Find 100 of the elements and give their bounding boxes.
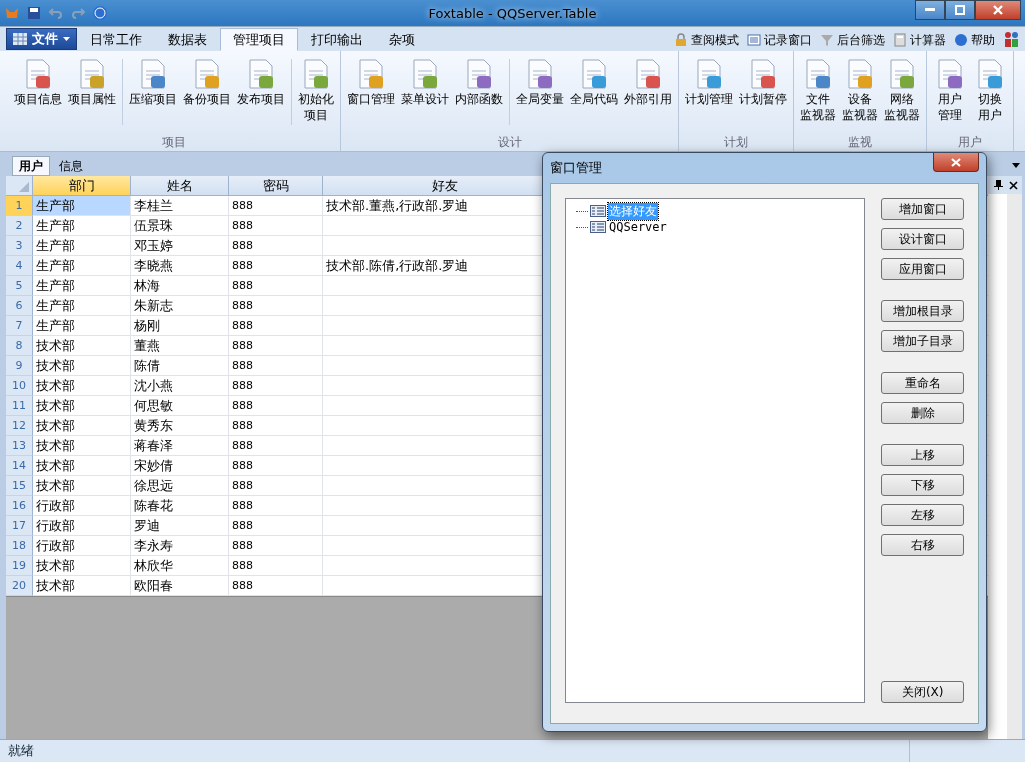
table-cell: 生产部 — [33, 276, 131, 296]
ribbon-tab[interactable]: 打印输出 — [298, 28, 376, 51]
ribbon-button[interactable]: 网络 监视器 — [881, 55, 923, 125]
table-cell: 技术部 — [33, 476, 131, 496]
tree-item[interactable]: QQServer — [608, 220, 668, 234]
row-number: 6 — [6, 296, 33, 316]
column-header[interactable]: 部门 — [33, 176, 131, 196]
ribbon-tab[interactable]: 管理项目 — [220, 28, 298, 51]
list-window-icon — [747, 33, 761, 47]
group-title: 监视 — [847, 134, 873, 151]
dialog-button[interactable]: 上移 — [881, 444, 964, 466]
save-icon[interactable] — [26, 5, 42, 21]
toolbar-button[interactable]: 记录窗口 — [747, 29, 812, 51]
row-number: 3 — [6, 236, 33, 256]
ribbon-button[interactable]: 压缩项目 — [126, 55, 180, 109]
help-icon[interactable] — [92, 5, 108, 21]
form-icon — [590, 221, 606, 233]
table-cell: 技术部 — [33, 416, 131, 436]
ribbon-button[interactable]: 用户 管理 — [930, 55, 970, 125]
table-cell: 杨刚 — [131, 316, 229, 336]
maximize-icon — [955, 5, 965, 15]
maximize-button[interactable] — [945, 0, 975, 20]
ribbon-button[interactable]: 菜单设计 — [398, 55, 452, 109]
ribbon-button[interactable]: 全局变量 — [513, 55, 567, 109]
row-number: 18 — [6, 536, 33, 556]
minimize-button[interactable] — [915, 0, 945, 20]
table-cell: 技术部 — [33, 376, 131, 396]
row-number: 4 — [6, 256, 33, 276]
toolbar-button[interactable]: 查阅模式 — [674, 29, 739, 51]
table-cell: 888 — [229, 456, 323, 476]
ribbon-button[interactable]: 外部引用 — [621, 55, 675, 109]
close-icon — [951, 157, 961, 167]
filter-icon — [820, 33, 834, 47]
table-cell: 生产部 — [33, 196, 131, 216]
toolbar-button[interactable]: 帮助 — [954, 29, 995, 51]
file-menu-button[interactable]: 文件 — [6, 28, 77, 50]
table-cell: 888 — [229, 236, 323, 256]
close-button[interactable] — [933, 153, 979, 172]
toolbar-button[interactable]: 后台筛选 — [820, 29, 885, 51]
ribbon-button[interactable]: 全局代码 — [567, 55, 621, 109]
table-cell: 技术部 — [33, 456, 131, 476]
dialog-button[interactable]: 增加子目录 — [881, 330, 964, 352]
users-icon[interactable] — [1003, 30, 1021, 48]
table-cell: 蒋春泽 — [131, 436, 229, 456]
dialog-button[interactable]: 删除 — [881, 402, 964, 424]
dropdown-arrow-icon[interactable] — [1012, 163, 1020, 168]
window-title: Foxtable - QQServer.Table — [427, 5, 598, 21]
ribbon-button[interactable]: 切换 用户 — [970, 55, 1010, 125]
ribbon-tab[interactable]: 日常工作 — [77, 28, 155, 51]
close-icon[interactable] — [1009, 180, 1018, 190]
table-cell: 朱新志 — [131, 296, 229, 316]
close-dialog-button[interactable]: 关闭(X) — [881, 681, 964, 703]
dialog-button[interactable]: 增加窗口 — [881, 198, 964, 220]
ribbon-button[interactable]: 设备 监视器 — [839, 55, 881, 125]
ribbon-button[interactable]: 内部函数 — [452, 55, 506, 109]
group-title: 计划 — [723, 134, 749, 151]
table-cell: 888 — [229, 256, 323, 276]
close-button[interactable] — [975, 0, 1021, 20]
ribbon-tab[interactable]: 杂项 — [376, 28, 428, 51]
table-cell: 888 — [229, 496, 323, 516]
table-cell: 生产部 — [33, 316, 131, 336]
ribbon-button[interactable]: 备份项目 — [180, 55, 234, 109]
help-icon — [954, 33, 968, 47]
pin-icon[interactable] — [994, 180, 1003, 190]
ribbon-tab[interactable]: 数据表 — [155, 28, 220, 51]
ribbon-button[interactable]: 文件 监视器 — [797, 55, 839, 125]
table-cell: 888 — [229, 196, 323, 216]
group-title: 设计 — [496, 134, 523, 151]
dialog-button[interactable]: 下移 — [881, 474, 964, 496]
table-cell: 董燕 — [131, 336, 229, 356]
column-header[interactable]: 密码 — [229, 176, 323, 196]
dialog-button[interactable]: 右移 — [881, 534, 964, 556]
column-header[interactable]: 姓名 — [131, 176, 229, 196]
ribbon-button[interactable]: 计划暂停 — [736, 55, 790, 109]
table-cell: 888 — [229, 356, 323, 376]
caret-icon — [63, 37, 70, 41]
toolbar-button[interactable]: 计算器 — [893, 29, 946, 51]
dialog-button[interactable]: 增加根目录 — [881, 300, 964, 322]
ribbon-button[interactable]: 项目属性 — [65, 55, 119, 109]
table-cell: 888 — [229, 536, 323, 556]
ribbon-button[interactable]: 发布项目 — [234, 55, 288, 109]
dialog-button[interactable]: 应用窗口 — [881, 258, 964, 280]
sheet-tab[interactable]: 用户 — [12, 156, 50, 176]
table-cell: 888 — [229, 216, 323, 236]
dialog-button[interactable]: 左移 — [881, 504, 964, 526]
table-cell: 生产部 — [33, 236, 131, 256]
dialog-button[interactable]: 重命名 — [881, 372, 964, 394]
table-cell: 888 — [229, 276, 323, 296]
table-cell: 罗迪 — [131, 516, 229, 536]
row-number: 20 — [6, 576, 33, 596]
table-cell: 888 — [229, 476, 323, 496]
scrollbar[interactable] — [1007, 194, 1022, 739]
dialog-button[interactable]: 设计窗口 — [881, 228, 964, 250]
ribbon-button[interactable]: 计划管理 — [682, 55, 736, 109]
grid-icon — [13, 33, 27, 45]
ribbon-button[interactable]: 窗口管理 — [344, 55, 398, 109]
ribbon-button[interactable]: 初始化 项目 — [295, 55, 337, 125]
ribbon-button[interactable]: 项目信息 — [11, 55, 65, 109]
sheet-tab[interactable]: 信息 — [52, 156, 90, 176]
row-number: 11 — [6, 396, 33, 416]
